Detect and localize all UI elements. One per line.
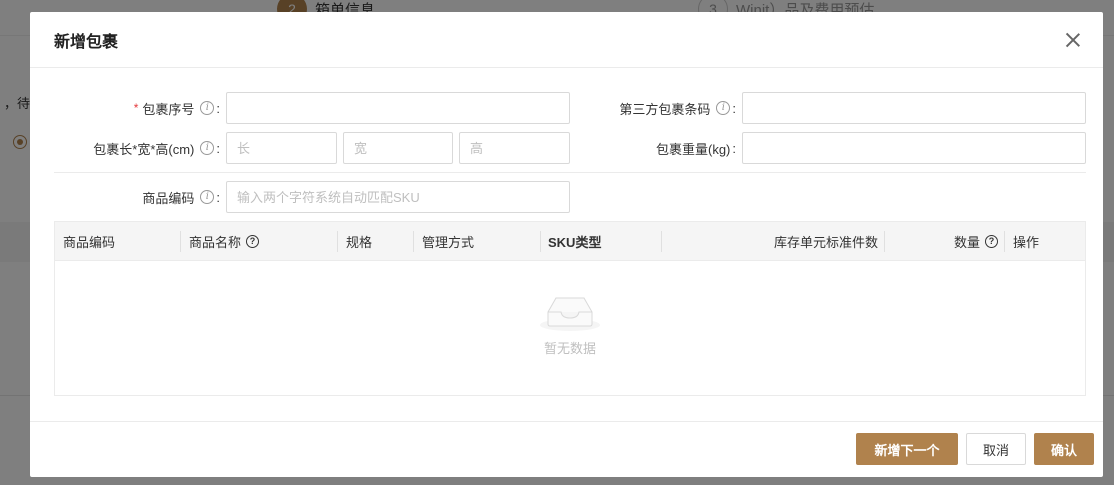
close-icon[interactable] xyxy=(1065,32,1081,48)
help-icon[interactable]: ? xyxy=(985,235,998,248)
dimensions-label: 包裹长*宽*高(cm) i : xyxy=(30,139,226,158)
third-party-barcode-label-text: 第三方包裹条码 xyxy=(619,101,711,117)
label-colon: : xyxy=(216,189,220,205)
column-header-quantity: 数量 ? xyxy=(884,222,998,261)
column-header: 操作 xyxy=(1013,235,1040,250)
empty-text: 暂无数据 xyxy=(543,341,596,356)
label-colon: : xyxy=(216,140,220,156)
package-seq-row: * 包裹序号 i : xyxy=(30,92,570,124)
column-separator xyxy=(180,231,181,252)
package-seq-input[interactable] xyxy=(226,92,570,124)
width-input[interactable] xyxy=(343,132,453,164)
column-header: 规格 xyxy=(346,235,373,250)
label-colon: : xyxy=(732,140,736,156)
label-colon: : xyxy=(216,100,220,116)
table-header: 商品编码 商品名称 ? 规格 管理方式 SKU类型 库存单元标准件数 数量 ? … xyxy=(55,222,1085,261)
column-header: SKU类型 xyxy=(548,235,602,250)
cancel-button[interactable]: 取消 xyxy=(966,433,1026,465)
info-icon[interactable]: i xyxy=(716,101,731,115)
label-colon: : xyxy=(732,100,736,116)
add-next-button[interactable]: 新增下一个 xyxy=(856,433,958,465)
modal-footer: 新增下一个 取消 确认 xyxy=(30,421,1103,477)
modal-header: 新增包裹 xyxy=(30,12,1103,68)
package-seq-label: * 包裹序号 i : xyxy=(30,99,226,118)
column-separator xyxy=(413,231,414,252)
modal-title: 新增包裹 xyxy=(54,33,119,51)
weight-row: 包裹重量(kg) : xyxy=(570,132,1086,164)
column-header: 商品编码 xyxy=(63,235,116,250)
column-header: 库存单元标准件数 xyxy=(773,235,878,250)
column-header-label: 商品名称 xyxy=(189,235,242,250)
height-input[interactable] xyxy=(459,132,570,164)
column-header: 管理方式 xyxy=(422,235,475,250)
product-code-input[interactable] xyxy=(226,181,570,213)
third-party-barcode-label: 第三方包裹条码 i : xyxy=(570,99,742,118)
third-party-barcode-row: 第三方包裹条码 i : xyxy=(570,92,1086,124)
required-mark: * xyxy=(133,101,139,115)
column-separator xyxy=(1004,231,1005,252)
weight-label: 包裹重量(kg) : xyxy=(570,139,742,158)
help-icon[interactable]: ? xyxy=(246,235,260,248)
info-icon[interactable]: i xyxy=(200,101,215,115)
info-icon[interactable]: i xyxy=(200,141,215,155)
package-seq-label-text: 包裹序号 xyxy=(142,101,195,117)
product-table: 商品编码 商品名称 ? 规格 管理方式 SKU类型 库存单元标准件数 数量 ? … xyxy=(54,221,1086,396)
dimensions-row: 包裹长*宽*高(cm) i : xyxy=(30,132,570,164)
column-separator xyxy=(337,231,338,252)
form-divider xyxy=(54,172,1086,173)
column-separator xyxy=(540,231,541,252)
dimensions-label-text: 包裹长*宽*高(cm) xyxy=(93,141,195,157)
third-party-barcode-input[interactable] xyxy=(742,92,1086,124)
column-header-product-name: 商品名称 ? xyxy=(189,222,260,261)
product-code-row: 商品编码 i : xyxy=(30,181,570,213)
weight-input[interactable] xyxy=(742,132,1086,164)
weight-label-text: 包裹重量(kg) xyxy=(655,141,731,157)
add-package-modal: 新增包裹 * 包裹序号 i : 第三方包裹条码 i : 包裹长*宽*高(cm) … xyxy=(30,12,1103,477)
length-input[interactable] xyxy=(226,132,337,164)
empty-state: 暂无数据 xyxy=(55,261,1085,396)
confirm-button[interactable]: 确认 xyxy=(1034,433,1094,465)
product-code-label: 商品编码 i : xyxy=(30,188,226,207)
empty-inbox-icon xyxy=(540,297,600,331)
product-code-label-text: 商品编码 xyxy=(142,190,195,206)
column-header-label: 数量 xyxy=(953,235,980,250)
info-icon[interactable]: i xyxy=(200,190,215,204)
